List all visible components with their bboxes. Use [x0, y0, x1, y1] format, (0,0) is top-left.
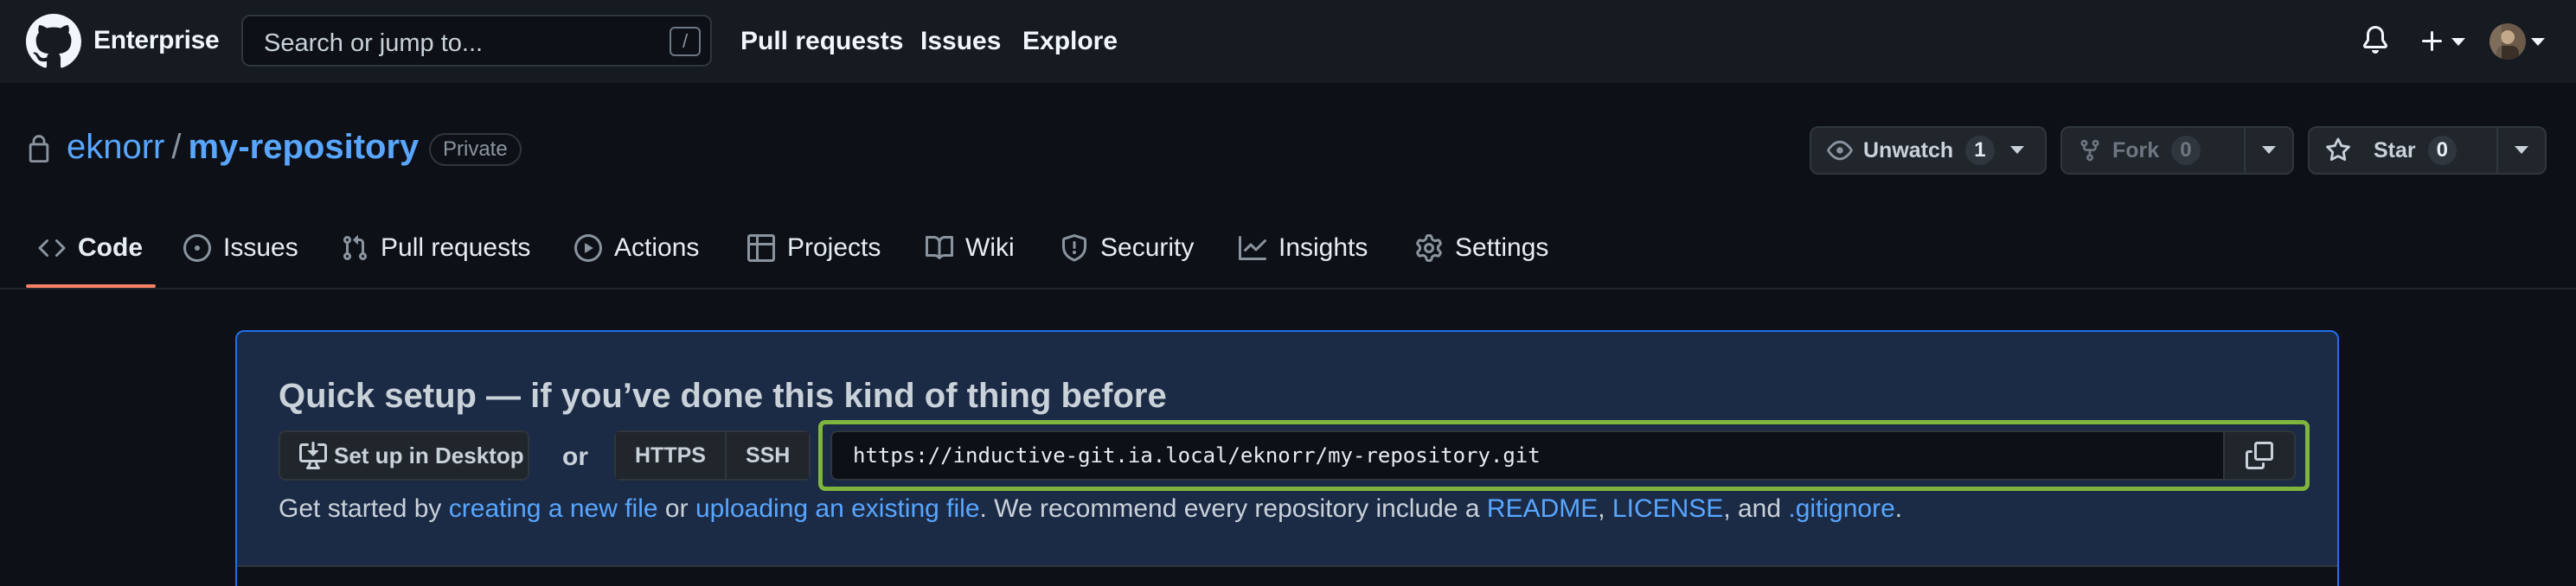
- search-shortcut-key: /: [670, 27, 701, 56]
- tab-security-label: Security: [1100, 233, 1195, 262]
- bell-icon[interactable]: [2361, 26, 2389, 55]
- global-header: Enterprise Search or jump to... / Pull r…: [0, 0, 2576, 83]
- tab-pull-requests[interactable]: Pull requests: [341, 226, 530, 270]
- repo-title: eknorr / my-repository: [67, 128, 419, 167]
- gear-icon: [1415, 234, 1443, 262]
- https-button[interactable]: HTTPS: [616, 432, 725, 479]
- nav-explore[interactable]: Explore: [1022, 27, 1118, 56]
- tab-issues[interactable]: Issues: [183, 226, 298, 270]
- quick-setup-title: Quick setup — if you’ve done this kind o…: [279, 377, 1167, 415]
- setup-box-lower-section: [237, 567, 2337, 586]
- protocol-selector: HTTPS SSH: [614, 430, 811, 481]
- star-button[interactable]: Star 0: [2310, 128, 2496, 173]
- unwatch-button[interactable]: Unwatch 1: [1811, 128, 2010, 173]
- repo-name-link[interactable]: my-repository: [189, 128, 420, 166]
- issue-opened-icon: [183, 234, 211, 262]
- desc-comma: ,: [1598, 494, 1612, 523]
- nav-pull-requests[interactable]: Pull requests: [740, 27, 903, 56]
- star-icon: [2325, 137, 2351, 163]
- lock-icon: [26, 135, 52, 164]
- tab-security[interactable]: Security: [1061, 226, 1194, 270]
- repo-owner-link[interactable]: eknorr: [67, 128, 164, 166]
- repo-forked-icon: [2078, 137, 2102, 163]
- visibility-badge: Private: [429, 133, 522, 166]
- fork-button-group: Fork 0: [2060, 126, 2294, 175]
- tab-actions[interactable]: Actions: [574, 226, 699, 270]
- tab-settings[interactable]: Settings: [1415, 226, 1548, 270]
- star-button-group: Star 0: [2308, 126, 2547, 175]
- or-text: or: [562, 443, 588, 471]
- tab-projects-label: Projects: [787, 233, 881, 262]
- play-icon: [574, 234, 602, 262]
- star-count: 0: [2427, 136, 2457, 165]
- github-logo-icon[interactable]: [26, 14, 81, 69]
- setup-description: Get started by creating a new file or up…: [279, 494, 1902, 524]
- repo-separator: /: [171, 128, 182, 166]
- gitignore-link[interactable]: .gitignore: [1788, 494, 1894, 523]
- tabs-divider: [0, 288, 2576, 290]
- eye-icon: [1827, 137, 1853, 163]
- desc-end: .: [1894, 494, 1903, 523]
- star-label: Star: [2374, 137, 2416, 162]
- brand-name[interactable]: Enterprise: [93, 26, 220, 55]
- unwatch-button-group: Unwatch 1: [1810, 126, 2047, 175]
- book-icon: [926, 234, 953, 262]
- git-pull-request-icon: [341, 234, 368, 262]
- tab-pull-requests-label: Pull requests: [381, 233, 531, 262]
- tab-settings-label: Settings: [1455, 233, 1549, 262]
- fork-label: Fork: [2112, 137, 2160, 162]
- tab-issues-label: Issues: [223, 233, 298, 262]
- fork-chevron-down-icon[interactable]: [2244, 128, 2292, 173]
- star-chevron-down-icon[interactable]: [2496, 128, 2545, 173]
- uploading-existing-file-link[interactable]: uploading an existing file: [695, 494, 980, 523]
- avatar-chevron-down-icon[interactable]: [2531, 38, 2545, 47]
- tab-actions-label: Actions: [614, 233, 700, 262]
- unwatch-label: Unwatch: [1863, 137, 1954, 162]
- desc-prefix: Get started by: [279, 494, 449, 523]
- tab-wiki[interactable]: Wiki: [926, 226, 1015, 270]
- setup-in-desktop-button[interactable]: Set up in Desktop: [279, 430, 529, 481]
- tab-code-label: Code: [78, 233, 143, 262]
- avatar[interactable]: [2489, 23, 2526, 60]
- license-link[interactable]: LICENSE: [1612, 494, 1723, 523]
- nav-issues[interactable]: Issues: [920, 27, 1001, 56]
- copy-url-button[interactable]: [2223, 430, 2296, 481]
- setup-in-desktop-label: Set up in Desktop: [334, 442, 524, 468]
- tab-wiki-label: Wiki: [965, 233, 1015, 262]
- chevron-down-icon[interactable]: [2451, 38, 2465, 47]
- fork-count: 0: [2171, 136, 2201, 165]
- plus-icon[interactable]: [2419, 28, 2446, 55]
- graph-icon: [1239, 234, 1266, 262]
- tab-insights-label: Insights: [1278, 233, 1368, 262]
- desc-or: or: [657, 494, 695, 523]
- search-input[interactable]: Search or jump to... /: [241, 15, 712, 67]
- watch-count: 1: [1965, 136, 1995, 165]
- desc-and: , and: [1723, 494, 1789, 523]
- shield-icon: [1061, 234, 1088, 262]
- fork-button[interactable]: Fork 0: [2062, 128, 2244, 173]
- tab-projects[interactable]: Projects: [747, 226, 881, 270]
- creating-new-file-link[interactable]: creating a new file: [449, 494, 658, 523]
- tab-code[interactable]: Code: [38, 226, 143, 270]
- quick-setup-box: Quick setup — if you’ve done this kind o…: [235, 330, 2339, 586]
- ssh-button[interactable]: SSH: [724, 432, 810, 479]
- unwatch-chevron-down-icon[interactable]: [2009, 146, 2040, 155]
- clone-url-input[interactable]: https://inductive-git.ia.local/eknorr/my…: [830, 430, 2225, 481]
- readme-link[interactable]: README: [1487, 494, 1598, 523]
- code-icon: [38, 234, 66, 262]
- search-placeholder: Search or jump to...: [264, 29, 484, 57]
- tab-insights[interactable]: Insights: [1239, 226, 1368, 270]
- desktop-download-icon: [299, 442, 327, 469]
- table-icon: [747, 234, 775, 262]
- desc-mid: . We recommend every repository include …: [979, 494, 1487, 523]
- copy-icon: [2246, 442, 2273, 469]
